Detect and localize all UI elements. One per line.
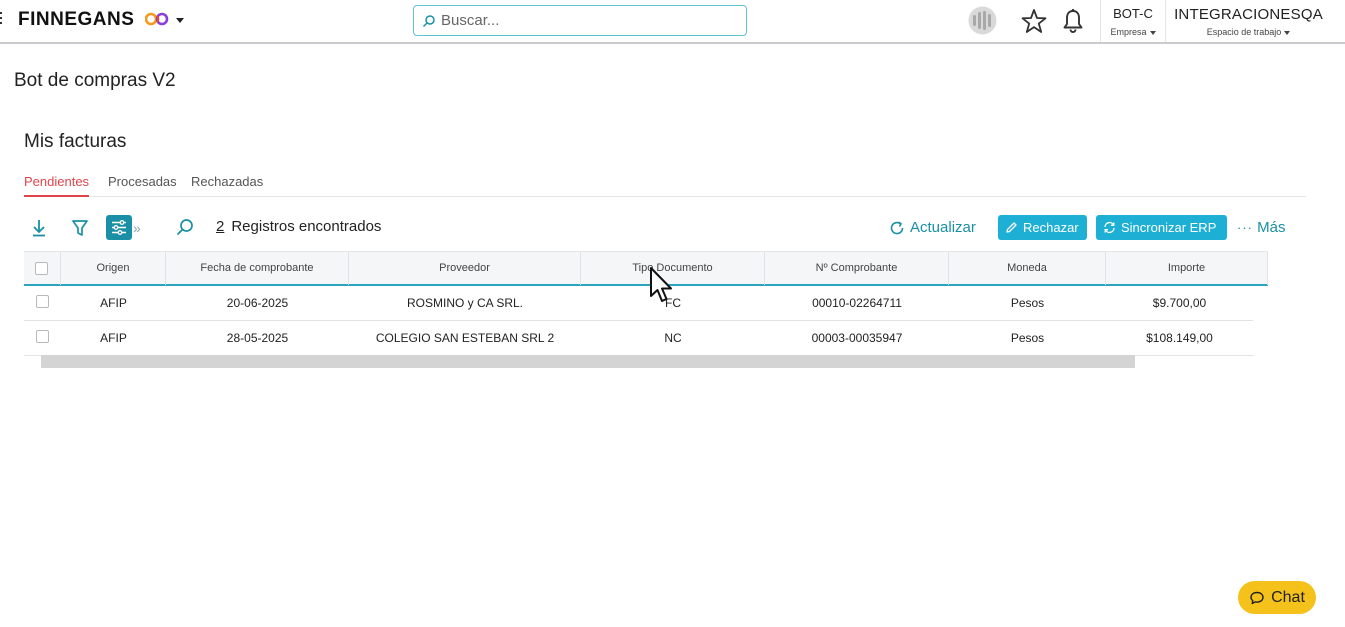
- cell-importe: $9.700,00: [1152, 296, 1207, 310]
- search-icon: [422, 14, 435, 27]
- cell-origen: AFIP: [100, 296, 127, 310]
- table-row[interactable]: AFIP 28-05-2025 COLEGIO SAN ESTEBAN SRL …: [24, 321, 1253, 356]
- brand-name[interactable]: FINNEGANS: [18, 9, 134, 31]
- search-icon[interactable]: [173, 216, 197, 240]
- top-bar: FINNEGANS BOT-C Empresa INTEGRACIONESQA …: [0, 0, 1345, 44]
- more-label: Más: [1257, 219, 1286, 236]
- cell-tipo-documento: NC: [664, 331, 682, 345]
- chevron-down-icon: [1284, 30, 1291, 35]
- chat-label: Chat: [1271, 588, 1305, 606]
- search-input[interactable]: [441, 12, 731, 29]
- header-moneda[interactable]: Moneda: [949, 252, 1106, 285]
- cell-importe: $108.149,00: [1146, 331, 1213, 345]
- more-button[interactable]: ··· Más: [1237, 219, 1286, 236]
- star-icon[interactable]: [1020, 7, 1048, 35]
- select-all-checkbox[interactable]: [35, 262, 48, 275]
- pencil-icon: [1006, 222, 1017, 233]
- tab-bar: Pendientes Procesadas Rechazadas: [24, 172, 1306, 197]
- sync-icon: [1104, 221, 1115, 234]
- row-checkbox[interactable]: [36, 330, 49, 343]
- workspace-name: INTEGRACIONESQA: [1174, 6, 1323, 23]
- workspace-label: Espacio de trabajo: [1206, 27, 1282, 37]
- chat-button[interactable]: Chat: [1238, 581, 1316, 614]
- horizontal-scrollbar[interactable]: [41, 355, 1135, 368]
- brand-logo-icon: [145, 12, 169, 26]
- cell-fecha: 28-05-2025: [226, 331, 289, 345]
- refresh-button[interactable]: Actualizar: [889, 219, 976, 236]
- app-menu-icon[interactable]: [0, 12, 3, 28]
- records-count: 2 Registros encontrados: [216, 218, 381, 235]
- column-settings-button[interactable]: [106, 215, 132, 240]
- records-label: Registros encontrados: [231, 218, 382, 235]
- tab-rechazadas[interactable]: Rechazadas: [191, 174, 263, 195]
- reject-button[interactable]: Rechazar: [998, 215, 1087, 240]
- header-proveedor[interactable]: Proveedor: [349, 252, 581, 285]
- sync-erp-button[interactable]: Sincronizar ERP: [1096, 215, 1227, 240]
- download-icon[interactable]: [27, 216, 51, 240]
- more-dots-icon: ···: [1237, 220, 1253, 235]
- mouse-cursor-icon: [650, 267, 672, 302]
- tab-procesadas[interactable]: Procesadas: [108, 174, 177, 195]
- cell-fecha: 20-06-2025: [226, 296, 289, 310]
- header-importe[interactable]: Importe: [1106, 252, 1268, 285]
- cell-origen: AFIP: [100, 331, 127, 345]
- header-numero-comprobante[interactable]: Nº Comprobante: [765, 252, 949, 285]
- table-row[interactable]: AFIP 20-06-2025 ROSMINO y CA SRL. FC 000…: [24, 286, 1253, 321]
- company-code: BOT-C: [1113, 6, 1153, 21]
- record-count-number: 2: [216, 218, 225, 235]
- chevrons-right-icon[interactable]: »: [133, 220, 141, 236]
- reject-label: Rechazar: [1023, 220, 1079, 235]
- header-select-cell: [24, 252, 61, 285]
- page-title: Bot de compras V2: [14, 70, 176, 91]
- workspace-selector[interactable]: INTEGRACIONESQA Espacio de trabajo: [1166, 6, 1331, 37]
- section-title: Mis facturas: [24, 131, 127, 152]
- cell-proveedor: ROSMINO y CA SRL.: [406, 296, 524, 310]
- cell-moneda: Pesos: [1010, 296, 1045, 310]
- cell-numero-comprobante: 00003-00035947: [811, 331, 903, 345]
- bell-icon[interactable]: [1061, 8, 1085, 34]
- tab-pendientes[interactable]: Pendientes: [24, 174, 90, 197]
- refresh-icon: [890, 220, 904, 234]
- header-fecha[interactable]: Fecha de comprobante: [166, 252, 349, 285]
- sliders-icon: [112, 220, 126, 235]
- sync-label: Sincronizar ERP: [1121, 220, 1217, 235]
- row-checkbox[interactable]: [36, 295, 49, 308]
- search-box[interactable]: [413, 5, 747, 36]
- header-origen[interactable]: Origen: [61, 252, 166, 285]
- cell-proveedor: COLEGIO SAN ESTEBAN SRL 2: [375, 331, 555, 345]
- refresh-label: Actualizar: [910, 219, 976, 236]
- company-selector[interactable]: BOT-C Empresa: [1101, 6, 1165, 37]
- chevron-down-icon: [1149, 30, 1156, 35]
- cell-moneda: Pesos: [1010, 331, 1045, 345]
- chat-bubble-icon: [1250, 591, 1264, 604]
- brand-dropdown-icon[interactable]: [176, 18, 184, 23]
- cell-numero-comprobante: 00010-02264711: [812, 296, 902, 310]
- filter-icon[interactable]: [68, 216, 92, 240]
- company-label: Empresa: [1110, 27, 1147, 37]
- grid-header: Origen Fecha de comprobante Proveedor Ti…: [24, 251, 1268, 286]
- avatar[interactable]: [968, 6, 997, 35]
